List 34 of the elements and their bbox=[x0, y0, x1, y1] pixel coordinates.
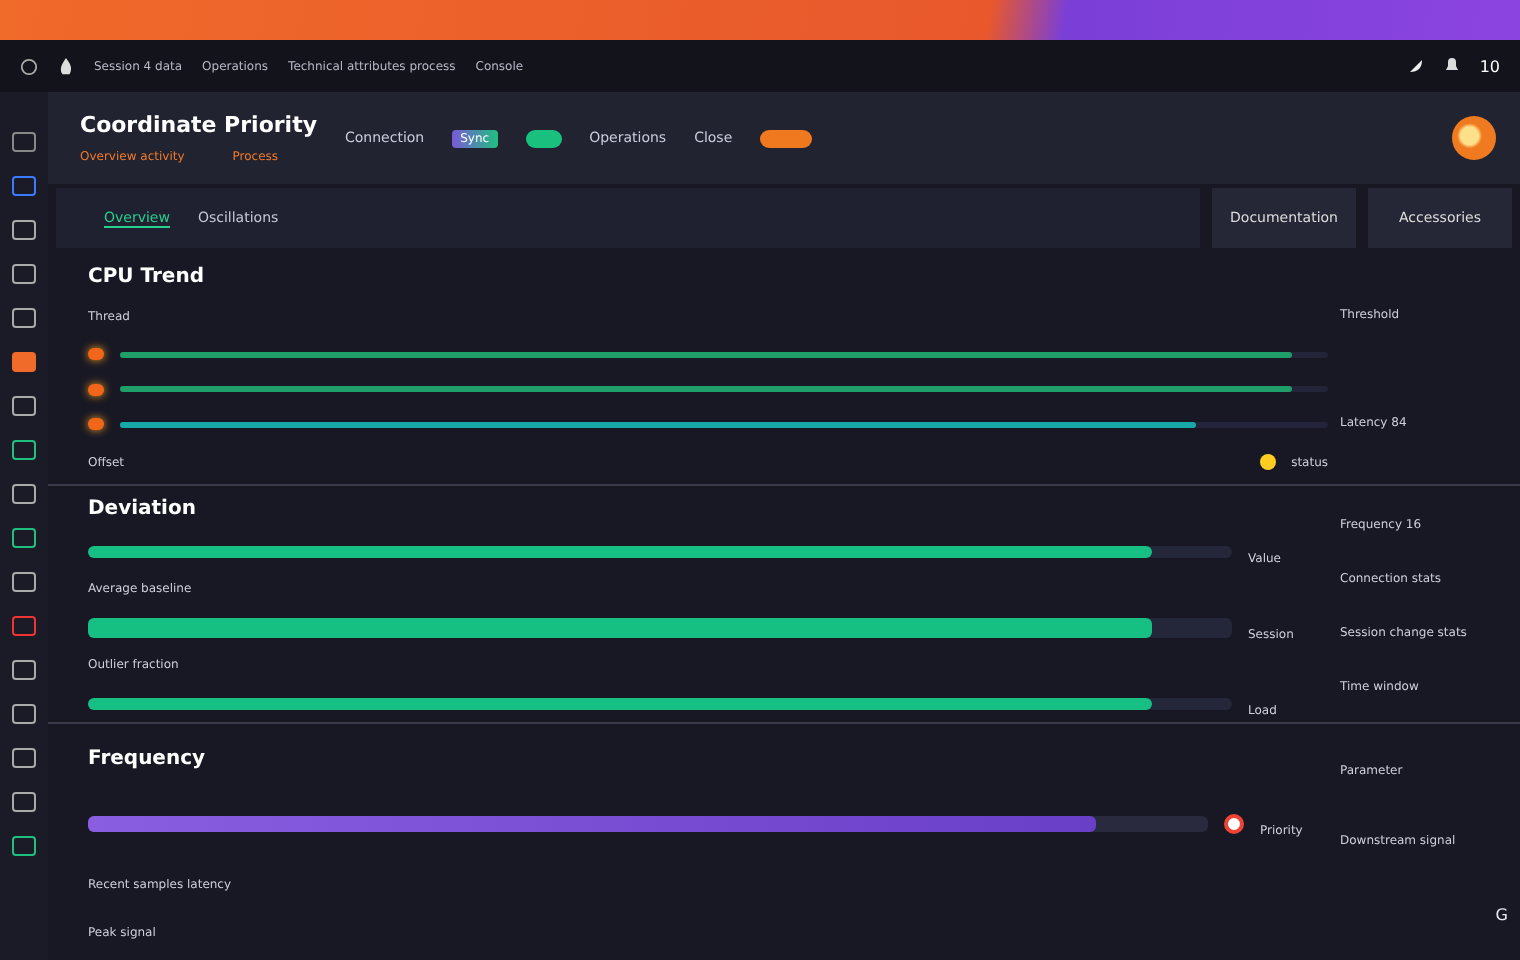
globe-icon[interactable] bbox=[20, 57, 38, 75]
sidebar-icon[interactable] bbox=[12, 616, 36, 636]
sidebar-icon[interactable] bbox=[12, 572, 36, 592]
sidebar-icon[interactable] bbox=[12, 660, 36, 680]
section-title: Frequency bbox=[88, 747, 208, 770]
sidebar-icon[interactable] bbox=[12, 132, 36, 152]
sidebar-icon[interactable] bbox=[12, 484, 36, 504]
sidebar-icon[interactable] bbox=[12, 220, 36, 240]
bell-icon[interactable] bbox=[1443, 58, 1460, 74]
action-pill[interactable] bbox=[760, 129, 813, 147]
sidebar-icon[interactable] bbox=[12, 528, 36, 548]
line-marker bbox=[88, 383, 104, 396]
sidebar-icon[interactable] bbox=[12, 836, 36, 856]
page-title: Coordinate Priority bbox=[80, 112, 317, 138]
sidebar-icon[interactable] bbox=[12, 792, 36, 812]
corner-label: G bbox=[1495, 905, 1508, 924]
status-value: 10 bbox=[1479, 57, 1500, 75]
toggle-switch[interactable] bbox=[525, 129, 562, 147]
line-marker bbox=[88, 348, 104, 361]
sidebar-icon[interactable] bbox=[12, 352, 36, 372]
sidebar-icon[interactable] bbox=[12, 440, 36, 460]
slider-thumb[interactable] bbox=[1224, 813, 1244, 834]
section-title: CPU Trend bbox=[88, 265, 206, 288]
sidebar-icon[interactable] bbox=[12, 748, 36, 768]
line-marker bbox=[88, 418, 104, 431]
sidebar-icon[interactable] bbox=[12, 704, 36, 724]
section-title: Deviation bbox=[88, 498, 198, 520]
sidebar-icon[interactable] bbox=[12, 308, 36, 328]
sidebar-icon[interactable] bbox=[12, 396, 36, 416]
sidebar-icon[interactable] bbox=[12, 176, 36, 196]
bulb-icon bbox=[1259, 454, 1276, 471]
sidebar-icon[interactable] bbox=[12, 264, 36, 284]
leaf-icon[interactable] bbox=[1407, 58, 1424, 74]
avatar[interactable] bbox=[1452, 116, 1496, 160]
